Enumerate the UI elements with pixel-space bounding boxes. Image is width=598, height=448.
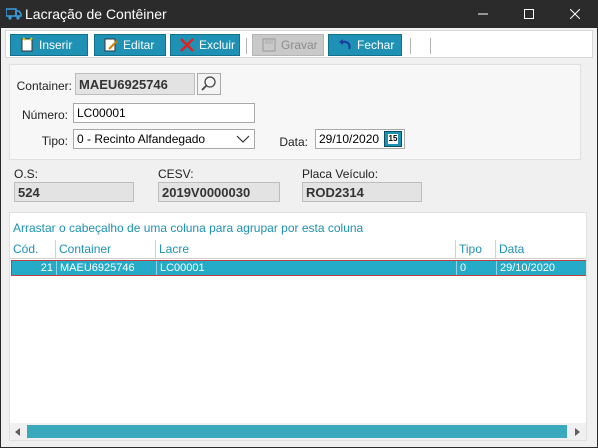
excluir-button[interactable]: Excluir	[170, 34, 240, 56]
cell-lacre: LC00001	[157, 261, 457, 275]
window-body: Inserir Editar Excluir Gravar Fechar Con…	[1, 28, 597, 447]
horizontal-scrollbar[interactable]	[10, 423, 586, 440]
column-header-lacre[interactable]: Lacre	[156, 240, 456, 258]
save-disk-icon	[261, 37, 277, 53]
column-header-data[interactable]: Data	[496, 240, 586, 258]
inserir-button[interactable]: Inserir	[10, 34, 88, 56]
cell-cod: 21	[12, 261, 57, 275]
table-row[interactable]: 21 MAEU6925746 LC00001 0 29/10/2020	[11, 260, 586, 276]
placa-field: ROD2314	[302, 182, 422, 202]
toolbar-separator	[430, 38, 431, 54]
new-document-icon	[19, 37, 35, 53]
os-field: 524	[14, 182, 134, 202]
chevron-down-icon	[236, 133, 250, 148]
delete-x-icon	[179, 37, 195, 53]
fechar-button[interactable]: Fechar	[328, 34, 402, 56]
inserir-label: Inserir	[39, 38, 73, 52]
numero-label: Número:	[21, 108, 68, 122]
minimize-button[interactable]	[460, 0, 506, 28]
data-value: 29/10/2020	[319, 132, 380, 146]
container-field[interactable]: MAEU6925746	[75, 73, 195, 95]
cell-data: 29/10/2020	[500, 262, 556, 274]
excluir-label: Excluir	[199, 38, 236, 52]
close-window-button[interactable]	[552, 0, 598, 28]
fechar-label: Fechar	[357, 38, 395, 52]
column-header-cod[interactable]: Cód.	[10, 240, 56, 258]
lacres-grid: Arrastar o cabeçalho de uma coluna para …	[9, 212, 587, 441]
editar-label: Editar	[123, 38, 155, 52]
numero-field[interactable]: LC00001	[73, 103, 255, 123]
undo-arrow-icon	[337, 37, 353, 53]
toolbar: Inserir Editar Excluir Gravar Fechar	[5, 30, 593, 58]
editar-button[interactable]: Editar	[94, 34, 166, 56]
title-bar: Lacração de Contêiner	[0, 0, 598, 28]
truck-icon	[5, 7, 22, 21]
cell-tipo: 0	[457, 261, 497, 275]
placa-label: Placa Veículo:	[302, 167, 379, 181]
gravar-button[interactable]: Gravar	[252, 34, 324, 56]
window-title: Lacração de Contêiner	[25, 6, 167, 22]
form-panel: Container: MAEU6925746 Número: LC00001 T…	[9, 64, 581, 160]
calendar-day: 15	[387, 134, 399, 144]
container-label: Container:	[16, 79, 72, 93]
cell-container: MAEU6925746	[57, 261, 157, 275]
magnifier-icon	[201, 75, 217, 94]
toolbar-separator	[246, 38, 247, 54]
data-label: Data:	[279, 135, 308, 149]
toolbar-separator	[410, 38, 411, 54]
calendar-icon[interactable]: 15	[384, 131, 402, 147]
edit-document-icon	[103, 37, 119, 53]
scroll-right-icon[interactable]	[570, 425, 584, 438]
data-field[interactable]: 29/10/2020 15	[315, 129, 405, 149]
cesv-field: 2019V0000030	[158, 182, 280, 202]
maximize-button[interactable]	[506, 0, 552, 28]
container-lookup-button[interactable]	[197, 73, 221, 95]
scroll-left-icon[interactable]	[11, 425, 25, 438]
tipo-value: 0 - Recinto Alfandegado	[77, 132, 206, 146]
scrollbar-thumb[interactable]	[27, 425, 567, 438]
header-divider	[10, 258, 586, 259]
tipo-label: Tipo:	[41, 134, 68, 148]
tipo-select[interactable]: 0 - Recinto Alfandegado	[73, 129, 255, 149]
column-header-tipo[interactable]: Tipo	[456, 240, 496, 258]
column-header-container[interactable]: Container	[56, 240, 156, 258]
group-by-hint[interactable]: Arrastar o cabeçalho de uma coluna para …	[13, 221, 363, 235]
cesv-label: CESV:	[158, 167, 194, 181]
os-label: O.S:	[14, 167, 39, 181]
gravar-label: Gravar	[281, 38, 318, 52]
